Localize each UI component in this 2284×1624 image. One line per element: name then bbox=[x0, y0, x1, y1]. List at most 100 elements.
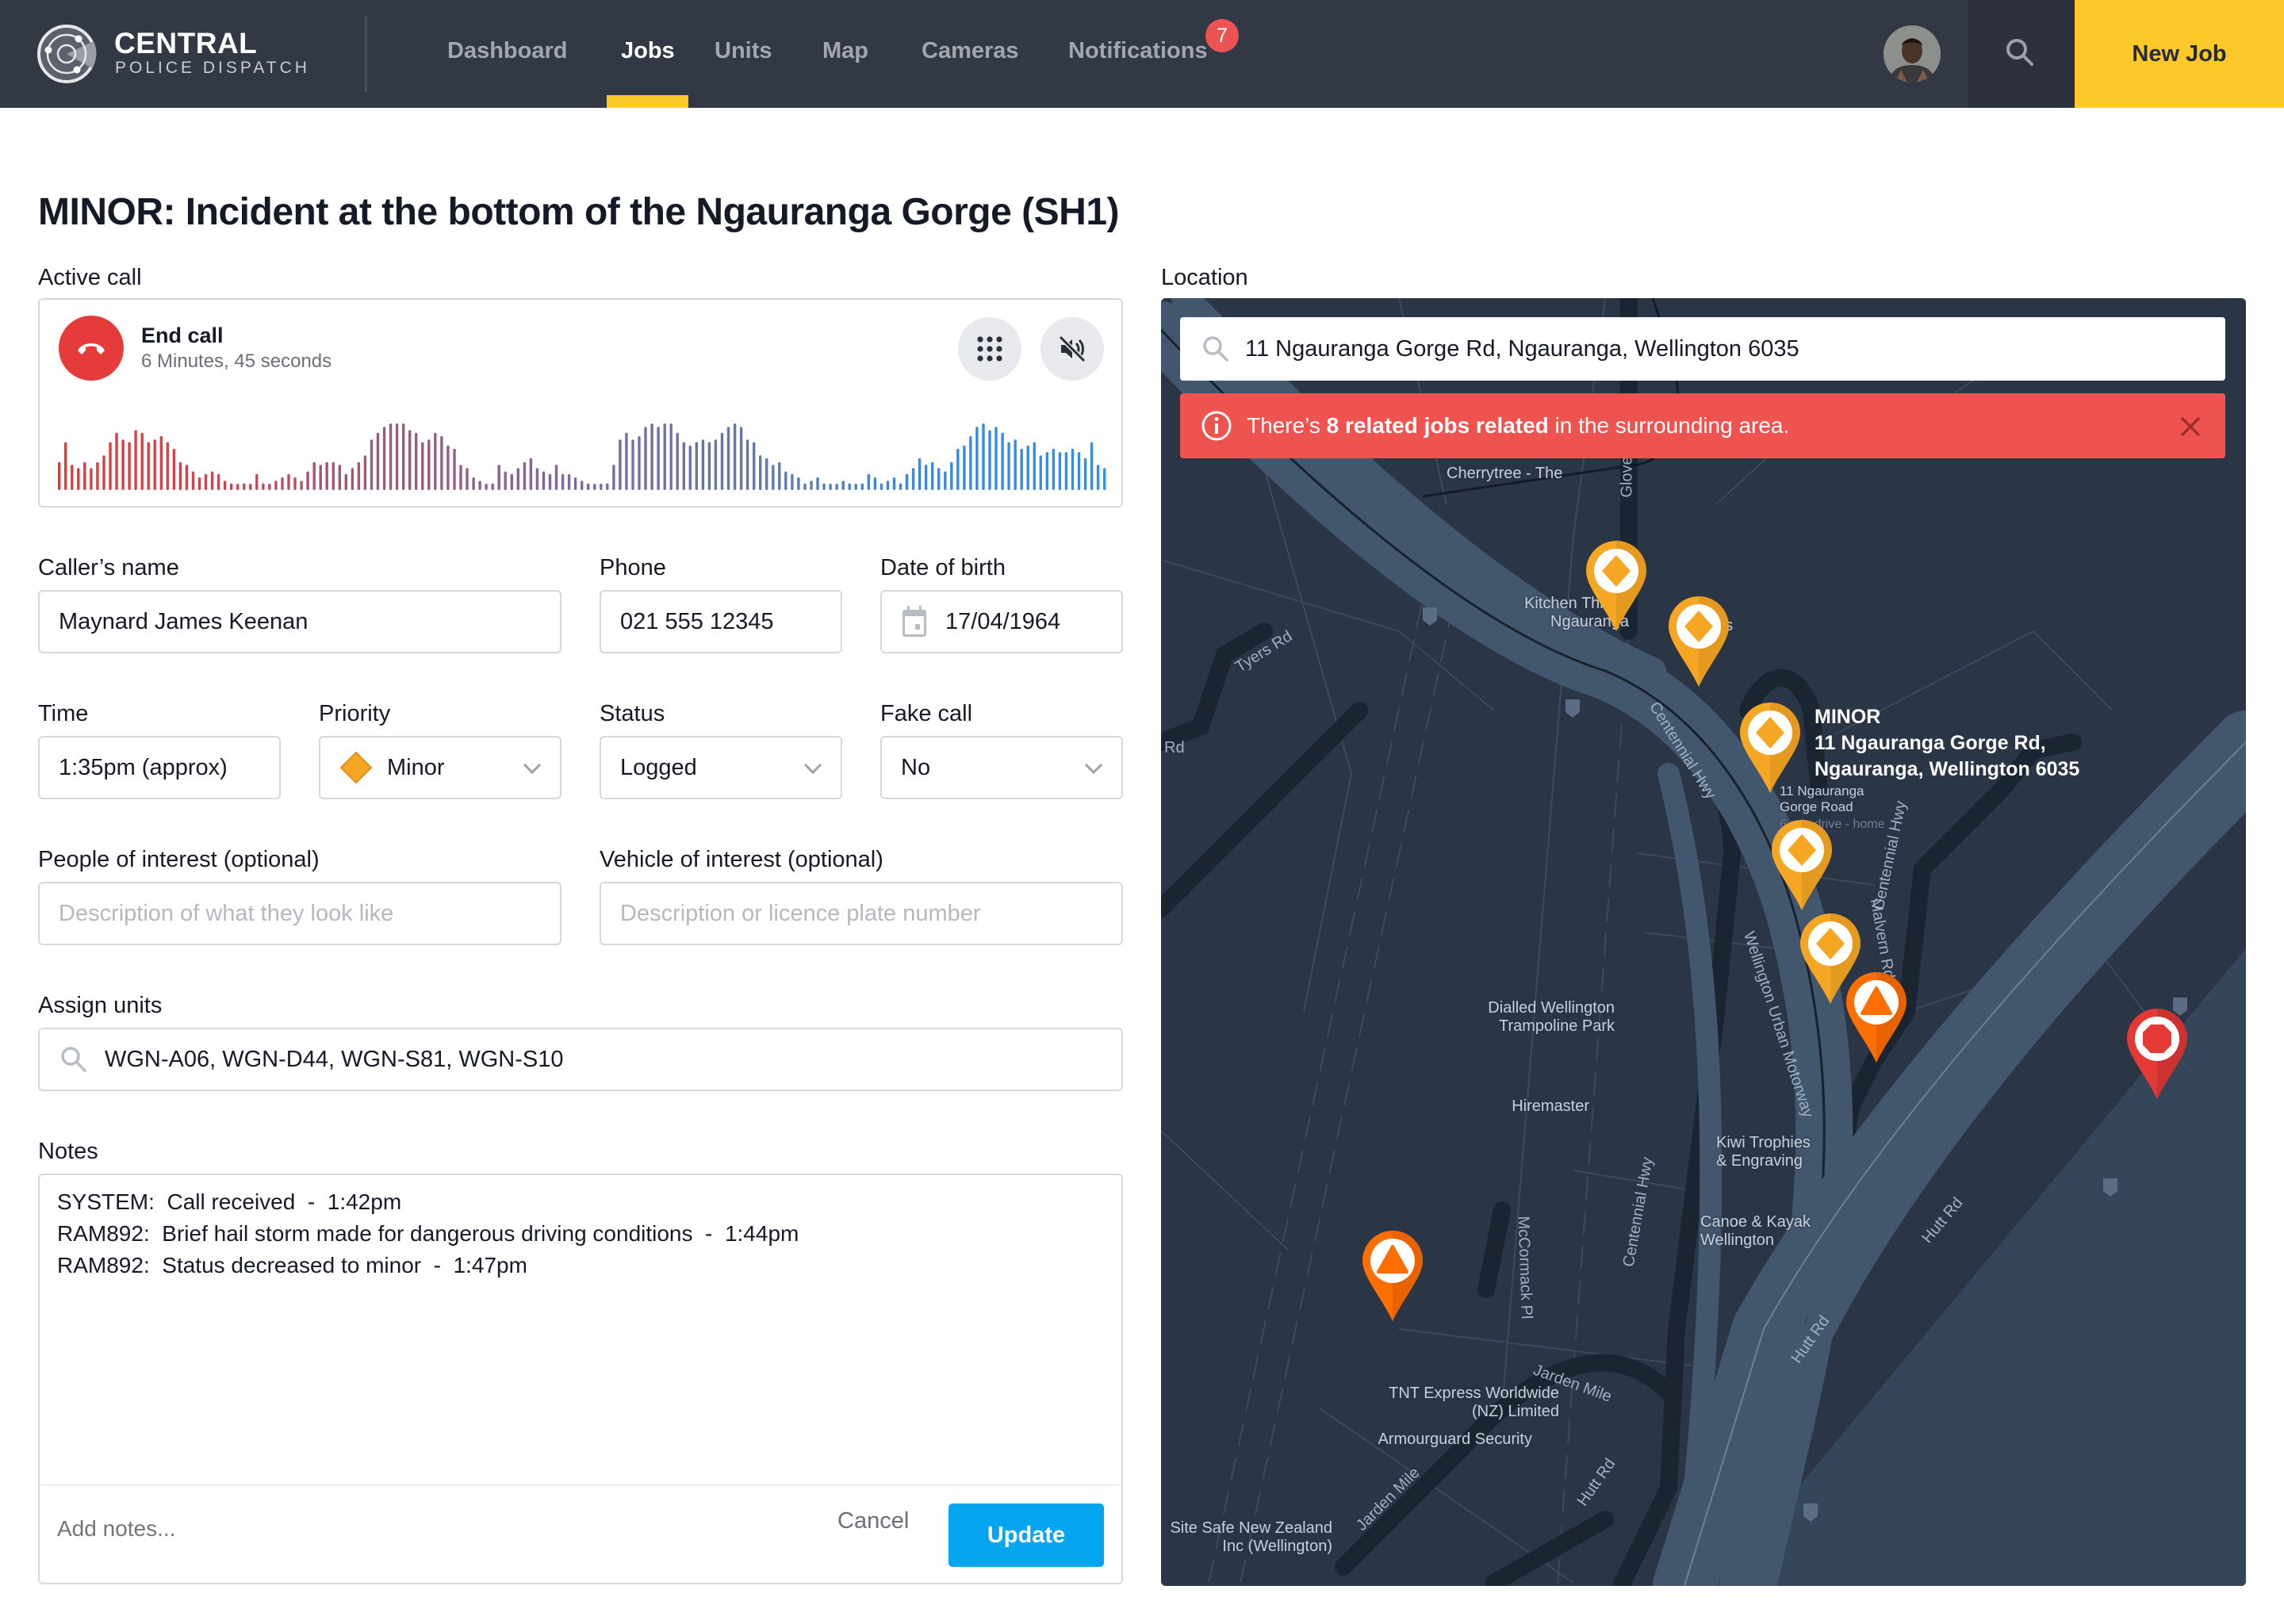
waveform-bar bbox=[102, 455, 105, 490]
waveform-bar bbox=[115, 432, 118, 490]
calendar-icon bbox=[902, 606, 926, 637]
phone-input[interactable] bbox=[620, 608, 841, 635]
nav-cameras[interactable]: Cameras bbox=[922, 38, 1019, 64]
waveform-bar bbox=[803, 483, 807, 490]
mute-button[interactable] bbox=[1040, 317, 1104, 381]
waveform-bar bbox=[325, 462, 328, 490]
waveform-bar bbox=[344, 473, 347, 490]
waveform-bar bbox=[867, 473, 870, 490]
waveform-bar bbox=[892, 477, 896, 490]
end-call-button[interactable] bbox=[59, 316, 124, 381]
priority-select[interactable]: Minor bbox=[319, 736, 561, 799]
vehicle-of-interest-input[interactable] bbox=[620, 900, 1121, 927]
waveform-bar bbox=[911, 468, 915, 490]
waveform-bar bbox=[1058, 452, 1062, 490]
cancel-button[interactable]: Cancel bbox=[837, 1508, 909, 1534]
waveform-bar bbox=[1026, 445, 1029, 490]
waveform-bar bbox=[657, 427, 660, 490]
waveform-bar bbox=[638, 436, 641, 490]
waveform-bar bbox=[197, 477, 201, 490]
callers-name-input[interactable] bbox=[59, 608, 560, 635]
place-label: Hiremaster bbox=[1512, 1097, 1589, 1115]
priority-label: Priority bbox=[319, 701, 391, 726]
waveform-bar bbox=[542, 471, 546, 490]
waveform-bar bbox=[516, 468, 519, 490]
keypad-icon bbox=[977, 336, 1002, 362]
fake-call-label: Fake call bbox=[880, 701, 973, 726]
waveform-bar bbox=[931, 462, 934, 490]
vehicle-of-interest-field[interactable] bbox=[600, 882, 1123, 945]
dob-field[interactable] bbox=[880, 590, 1123, 653]
people-of-interest-field[interactable] bbox=[38, 882, 561, 945]
keypad-button[interactable] bbox=[958, 317, 1021, 381]
notes-panel: SYSTEM: Call received - 1:42pm RAM892: B… bbox=[38, 1174, 1123, 1584]
status-select[interactable]: Logged bbox=[600, 736, 842, 799]
waveform-bar bbox=[312, 462, 316, 490]
alert-close-button[interactable] bbox=[2179, 416, 2202, 440]
map-pin-minor-selected[interactable] bbox=[1740, 703, 1800, 793]
search-icon bbox=[1203, 336, 1228, 362]
map-pin-minor[interactable] bbox=[1669, 596, 1729, 687]
nav-jobs[interactable]: Jobs bbox=[621, 38, 675, 64]
call-duration: 6 Minutes, 45 seconds bbox=[141, 350, 332, 372]
waveform-bar bbox=[529, 458, 533, 490]
map-pin-critical[interactable] bbox=[2127, 1009, 2187, 1099]
brand-subtitle: POLICE DISPATCH bbox=[115, 59, 310, 77]
note-entry: RAM892: Brief hail storm made for danger… bbox=[57, 1221, 799, 1246]
location-search-field[interactable] bbox=[1180, 317, 2225, 381]
waveform-bar bbox=[924, 465, 928, 490]
fake-call-select[interactable]: No bbox=[880, 736, 1123, 799]
place-label: Kiwi Trophies & Engraving bbox=[1716, 1134, 1811, 1170]
new-job-button[interactable]: New Job bbox=[2075, 0, 2284, 108]
waveform-bar bbox=[726, 427, 730, 490]
waveform-bar bbox=[848, 483, 851, 490]
people-of-interest-input[interactable] bbox=[59, 900, 560, 927]
waveform-bar bbox=[554, 465, 558, 490]
phone-field[interactable] bbox=[600, 590, 842, 653]
info-icon bbox=[1201, 411, 1232, 441]
waveform-bar bbox=[676, 432, 679, 490]
nav-units[interactable]: Units bbox=[715, 38, 772, 64]
update-button[interactable]: Update bbox=[948, 1503, 1104, 1567]
user-avatar[interactable] bbox=[1884, 25, 1941, 82]
waveform-bar bbox=[994, 427, 998, 490]
map-pin-minor[interactable] bbox=[1586, 541, 1646, 631]
dob-input[interactable] bbox=[945, 608, 1121, 635]
place-label: Cherrytree - The bbox=[1447, 465, 1563, 482]
waveform-bar bbox=[510, 473, 513, 490]
map-pin-moderate[interactable] bbox=[1362, 1231, 1423, 1321]
nav-dashboard[interactable]: Dashboard bbox=[447, 38, 567, 64]
waveform-bar bbox=[765, 458, 768, 490]
time-label: Time bbox=[38, 701, 89, 726]
map-pin-moderate[interactable] bbox=[1846, 972, 1907, 1063]
assign-units-field[interactable] bbox=[38, 1028, 1123, 1091]
waveform-bar bbox=[841, 481, 845, 490]
waveform-bar bbox=[816, 477, 819, 490]
map-pin-minor[interactable] bbox=[1772, 820, 1832, 910]
header-search-button[interactable] bbox=[1968, 0, 2075, 108]
location-map[interactable]: Tyers Rd Centennial Hwy Wellington Urban… bbox=[1161, 298, 2246, 1586]
header-divider bbox=[365, 16, 367, 92]
waveform-bar bbox=[83, 462, 86, 490]
waveform-bar bbox=[950, 462, 953, 490]
waveform-bar bbox=[287, 473, 290, 490]
assign-units-label: Assign units bbox=[38, 993, 163, 1018]
location-search-input[interactable] bbox=[1245, 335, 2197, 362]
road-label: McCormack Pl bbox=[1514, 1216, 1536, 1320]
time-input[interactable] bbox=[59, 754, 279, 781]
callers-name-field[interactable] bbox=[38, 590, 561, 653]
waveform-bar bbox=[223, 481, 227, 490]
waveform-bar bbox=[478, 481, 481, 490]
waveform-bar bbox=[140, 432, 144, 490]
active-call-label: Active call bbox=[38, 265, 142, 290]
waveform-bar bbox=[472, 477, 475, 490]
waveform-bar bbox=[453, 448, 456, 490]
waveform-bar bbox=[109, 442, 112, 490]
time-field[interactable] bbox=[38, 736, 281, 799]
assign-units-input[interactable] bbox=[105, 1046, 1121, 1073]
add-notes-input[interactable] bbox=[57, 1516, 771, 1542]
nav-notifications[interactable]: Notifications bbox=[1068, 38, 1208, 64]
dob-label: Date of birth bbox=[880, 555, 1006, 580]
nav-map[interactable]: Map bbox=[822, 38, 868, 64]
chevron-down-icon bbox=[1084, 763, 1103, 775]
